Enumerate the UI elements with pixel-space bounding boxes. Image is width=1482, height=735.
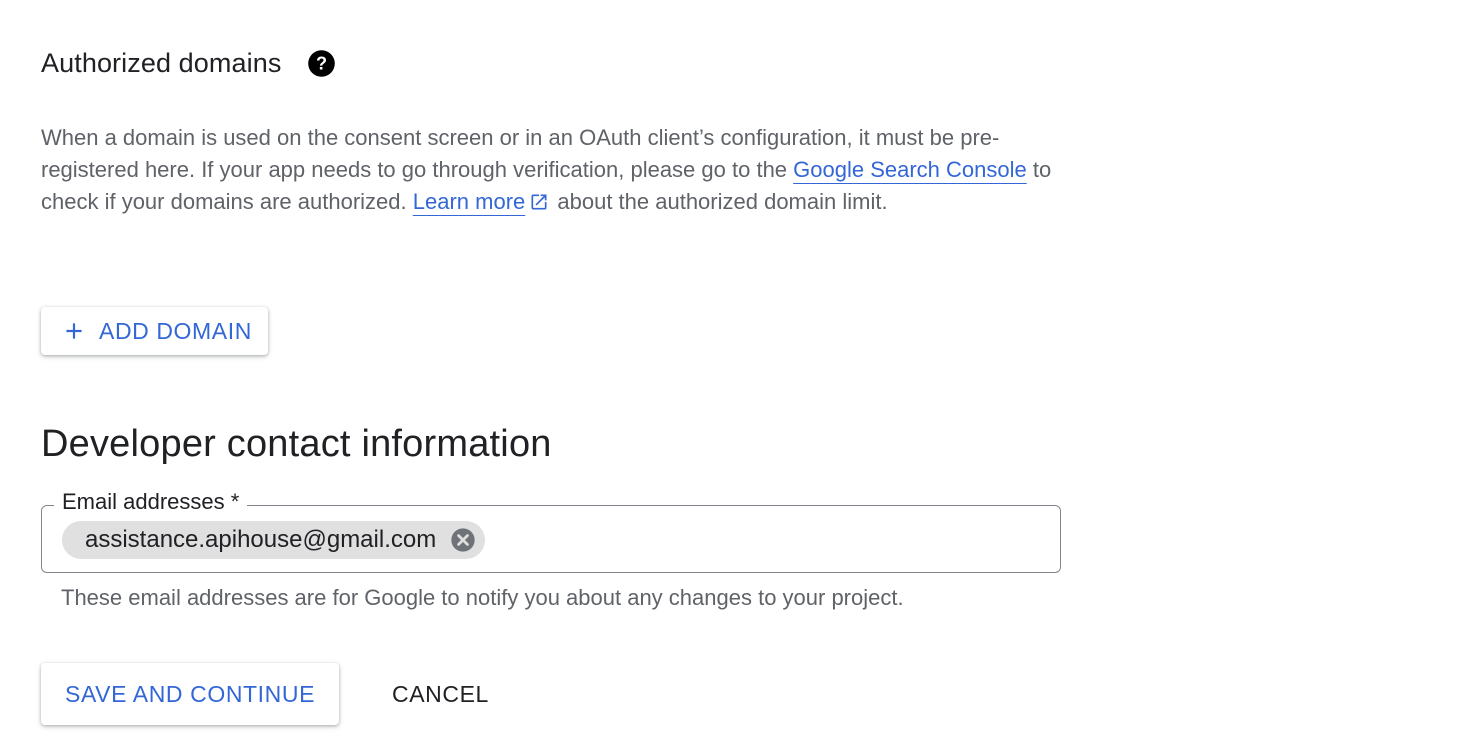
email-chip: assistance.apihouse@gmail.com — [62, 521, 486, 559]
plus-icon — [66, 323, 82, 339]
cancel-circle-icon[interactable] — [449, 526, 477, 554]
email-addresses-label: Email addresses * — [54, 489, 248, 515]
oauth-consent-page: Authorized domains ? When a domain is us… — [0, 0, 1482, 735]
email-helper-text: These email addresses are for Google to … — [61, 585, 904, 610]
description-text-3: about the authorized domain limit. — [551, 189, 888, 214]
authorized-domains-title: Authorized domains — [41, 48, 282, 78]
email-chip-text: assistance.apihouse@gmail.com — [85, 526, 437, 553]
authorized-domains-header: Authorized domains ? — [41, 48, 336, 79]
email-addresses-field[interactable]: Email addresses * assistance.apihouse@gm… — [41, 489, 1061, 573]
developer-contact-title: Developer contact information — [41, 423, 552, 465]
learn-more-link[interactable]: Learn more — [413, 189, 526, 214]
google-search-console-link[interactable]: Google Search Console — [793, 157, 1027, 182]
help-circle-icon[interactable]: ? — [307, 49, 336, 78]
svg-text:?: ? — [316, 54, 327, 74]
authorized-domains-description: When a domain is used on the consent scr… — [41, 122, 1061, 221]
add-domain-label: ADD DOMAIN — [99, 317, 252, 344]
save-and-continue-button[interactable]: SAVE AND CONTINUE — [41, 663, 340, 725]
cancel-button[interactable]: CANCEL — [370, 663, 511, 725]
add-domain-button[interactable]: ADD DOMAIN — [41, 307, 268, 355]
open-in-new-icon[interactable] — [529, 189, 549, 221]
